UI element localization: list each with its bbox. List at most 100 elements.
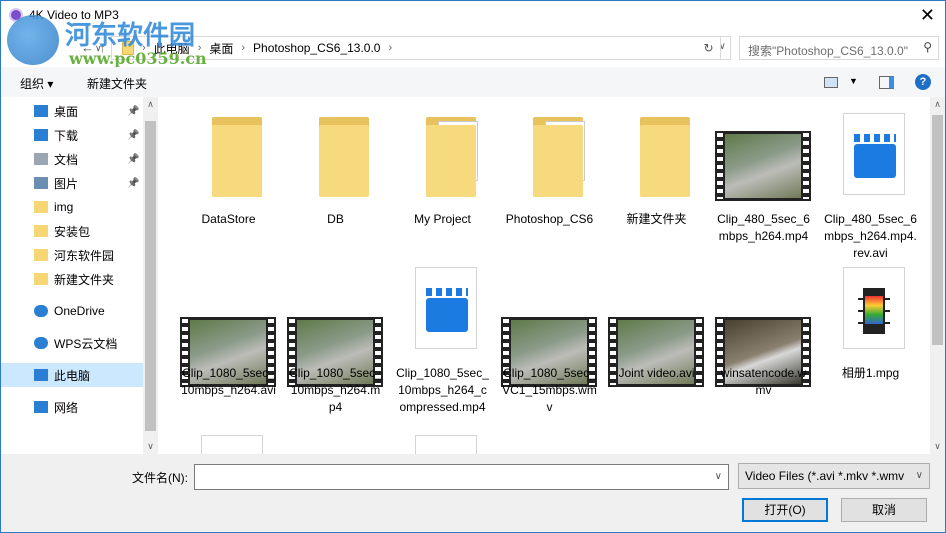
app-icon	[9, 8, 23, 22]
file-name: 新建文件夹	[626, 212, 687, 226]
sidebar-item[interactable]: 文档 📌	[1, 147, 143, 171]
cloud-icon	[34, 337, 48, 349]
new-folder-button[interactable]: 新建文件夹	[87, 75, 147, 92]
file-item[interactable]: Joint video.avi	[603, 265, 710, 415]
crumb[interactable]: Photoshop_CS6_13.0.0	[253, 41, 380, 55]
navigation-pane: 桌面 📌 下载 📌 文档 📌 图片 📌 img 安装包河东软件园新建文件夹 OneDrive WPS云…	[1, 97, 158, 454]
sidebar-item[interactable]: 下载 📌	[1, 123, 143, 147]
file-name: Photoshop_CS6	[505, 212, 594, 226]
folder-icon	[34, 273, 48, 285]
sidebar-item[interactable]: OneDrive	[1, 299, 143, 323]
file-name: Clip_1080_5sec_10mbps_h264.avi	[181, 366, 276, 397]
folder-icon: •	[426, 117, 478, 197]
sidebar-item[interactable]: 河东软件园	[1, 243, 143, 267]
sidebar-item[interactable]: 安装包	[1, 219, 143, 243]
file-item[interactable]: DataStore	[175, 111, 282, 261]
sidebar-item[interactable]: img	[1, 195, 143, 219]
sidebar-item[interactable]: 此电脑	[1, 363, 143, 387]
sidebar-item-label: 图片	[54, 176, 79, 191]
sidebar-item-label: 网络	[54, 400, 79, 415]
file-name: DataStore	[201, 212, 256, 226]
back-button[interactable]: ←	[81, 40, 94, 55]
sidebar-item-label: 此电脑	[54, 368, 91, 383]
file-name: 相册1.mpg	[841, 366, 900, 380]
sidebar-item-label: 下载	[54, 128, 79, 143]
chevron-icon: ›	[388, 42, 393, 54]
open-button[interactable]: 打开(O)	[742, 498, 828, 522]
breadcrumb[interactable]: › 此电脑 › 桌面 › Photoshop_CS6_13.0.0 › ∨	[111, 36, 731, 60]
refresh-button[interactable]: ↻	[697, 36, 721, 60]
chevron-down-icon: ∨	[915, 470, 923, 481]
document-icon	[34, 153, 48, 165]
crumb[interactable]: 桌面	[209, 40, 233, 57]
file-item[interactable]: 相册1.mpg	[817, 265, 924, 415]
file-item[interactable]: Clip_1080_5sec_VC1_15mbps.wmv	[496, 265, 603, 415]
video-file-icon	[415, 267, 477, 349]
folder-icon	[34, 225, 48, 237]
chevron-icon: ›	[197, 42, 202, 54]
help-icon[interactable]: ?	[915, 74, 931, 90]
desktop-icon	[34, 105, 48, 117]
sidebar-item-label: 文档	[54, 152, 79, 167]
file-item[interactable]: Clip_1080_5sec_10mbps_h264.avi	[175, 265, 282, 415]
sidebar-item-label: 河东软件园	[54, 248, 115, 263]
open-file-dialog: 4K Video to MP3 ✕ ← ∨ ↑ › 此电脑 › 桌面 › Pho…	[0, 0, 946, 533]
bottom-panel: 文件名(N): ∨ Video Files (*.avi *.mkv *.wmv…	[1, 454, 945, 532]
pin-icon[interactable]: 📌	[127, 106, 139, 117]
sidebar-item-label: OneDrive	[54, 304, 105, 318]
preview-pane-icon[interactable]	[879, 76, 894, 89]
file-item[interactable]: Clip_1080_5sec_10mbps_h264_compressed.mp…	[389, 265, 496, 415]
title-bar: 4K Video to MP3 ✕	[1, 1, 945, 31]
sidebar-item-label: 新建文件夹	[54, 272, 115, 287]
crumb[interactable]: 此电脑	[154, 40, 190, 57]
filename-dropdown[interactable]: ∨	[715, 471, 722, 482]
file-list: DataStore DB • My Project ᑭ Photoshop_CS6 新建文件…	[159, 97, 930, 454]
file-item[interactable]: ᑭ Photoshop_CS6	[496, 111, 603, 261]
file-item[interactable]: DB	[282, 111, 389, 261]
file-icon[interactable]	[201, 435, 263, 454]
sidebar-item[interactable]: 网络	[1, 395, 143, 419]
view-icon[interactable]	[824, 77, 838, 88]
sidebar-item-label: WPS云文档	[54, 336, 118, 351]
file-item[interactable]: 新建文件夹	[603, 111, 710, 261]
video-file-icon	[843, 113, 905, 195]
cloud-icon	[34, 305, 48, 317]
view-dropdown[interactable]: ▼	[849, 76, 858, 86]
folder-icon	[640, 117, 690, 197]
sidebar-item-label: 桌面	[54, 104, 79, 119]
chevron-icon: ›	[241, 42, 246, 54]
file-icon[interactable]	[415, 435, 477, 454]
folder-icon: ᑭ	[533, 117, 585, 197]
filetype-select[interactable]: Video Files (*.avi *.mkv *.wmv ∨	[738, 463, 930, 489]
sidebar-item[interactable]: 新建文件夹	[1, 267, 143, 291]
window-title: 4K Video to MP3	[29, 8, 119, 22]
picture-icon	[34, 177, 48, 189]
sidebar-scrollbar[interactable]: ∧ ∨	[143, 97, 158, 454]
cancel-button[interactable]: 取消	[841, 498, 927, 522]
file-item[interactable]: • My Project	[389, 111, 496, 261]
sidebar-item[interactable]: WPS云文档	[1, 331, 143, 355]
pin-icon[interactable]: 📌	[127, 178, 139, 189]
pin-icon[interactable]: 📌	[127, 130, 139, 141]
organize-menu[interactable]: 组织 ▾	[20, 75, 53, 92]
sidebar-item[interactable]: 桌面 📌	[1, 99, 143, 123]
close-button[interactable]: ✕	[920, 5, 935, 26]
file-item[interactable]: Clip_480_5sec_6mbps_h264.mp4.rev.avi	[817, 111, 924, 261]
folder-icon	[319, 117, 369, 197]
filename-input[interactable]: ∨	[194, 464, 729, 490]
file-name: Clip_1080_5sec_10mbps_h264_compressed.mp…	[396, 366, 489, 414]
search-icon: ⚲	[923, 40, 932, 54]
file-name: Clip_480_5sec_6mbps_h264.mp4.rev.avi	[824, 212, 917, 260]
file-item[interactable]: Clip_1080_5sec_10mbps_h264.mp4	[282, 265, 389, 415]
sidebar-item[interactable]: 图片 📌	[1, 171, 143, 195]
file-item[interactable]: Clip_480_5sec_6mbps_h264.mp4	[710, 111, 817, 261]
folder-icon	[122, 41, 134, 55]
file-item[interactable]: winsatencode.wmv	[710, 265, 817, 415]
search-input[interactable]: 搜索"Photoshop_CS6_13.0.0" ⚲	[739, 36, 939, 60]
pin-icon[interactable]: 📌	[127, 154, 139, 165]
content-scrollbar[interactable]: ∧ ∨	[930, 97, 945, 454]
up-button[interactable]: ↑	[99, 40, 106, 55]
address-row: ← ∨ ↑ › 此电脑 › 桌面 › Photoshop_CS6_13.0.0 …	[11, 36, 945, 60]
video-thumbnail	[715, 131, 811, 201]
file-name: Clip_480_5sec_6mbps_h264.mp4	[717, 212, 810, 243]
